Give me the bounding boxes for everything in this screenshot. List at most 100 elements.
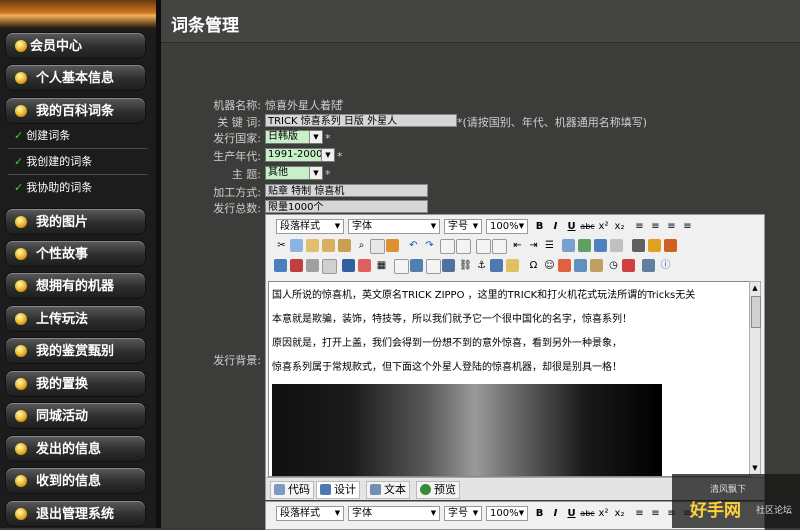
nav-my-wiki-entries[interactable]: 我的百科词条: [5, 97, 146, 124]
nav-wanted-machines[interactable]: 想拥有的机器: [5, 272, 146, 299]
undo-icon[interactable]: ↶: [406, 238, 421, 253]
subscript-icon[interactable]: x₂: [612, 506, 627, 521]
table-icon[interactable]: [342, 259, 355, 272]
remote-image-icon[interactable]: [622, 259, 635, 272]
font-select[interactable]: 字体 ▼: [348, 219, 440, 234]
underline-icon[interactable]: U: [564, 506, 579, 521]
mode-code-tab[interactable]: 代码: [270, 481, 314, 499]
strikethrough-icon[interactable]: abc: [580, 506, 595, 521]
marquee-icon[interactable]: [506, 259, 519, 272]
nav-member-center[interactable]: 会员中心: [5, 32, 146, 59]
nav-my-pictures[interactable]: 我的图片: [5, 208, 146, 235]
input-icon[interactable]: [426, 259, 441, 274]
text-color-icon[interactable]: [562, 239, 575, 252]
paste-text-icon[interactable]: [322, 239, 335, 252]
table-props-icon[interactable]: [358, 259, 371, 272]
align-left-icon[interactable]: ≡: [632, 506, 647, 521]
italic-icon[interactable]: I: [548, 506, 563, 521]
mode-text-tab[interactable]: 文本: [366, 481, 410, 499]
file-icon[interactable]: [322, 259, 337, 274]
bold-icon[interactable]: B: [532, 506, 547, 521]
bold-icon[interactable]: B: [532, 219, 547, 234]
decrease-indent-icon[interactable]: ⇤: [510, 238, 525, 253]
select-all-icon[interactable]: [370, 239, 385, 254]
email-icon[interactable]: [490, 259, 503, 272]
symbol-icon[interactable]: [558, 259, 571, 272]
mode-preview-tab[interactable]: 预览: [416, 481, 460, 499]
bullet-list-icon[interactable]: [456, 239, 471, 254]
sub-item-create-entry[interactable]: ✓ 创建词条: [14, 126, 70, 146]
increase-indent-icon[interactable]: ⇥: [526, 238, 541, 253]
paste-word-icon[interactable]: [338, 239, 351, 252]
mode-design-tab[interactable]: 设计: [316, 481, 360, 499]
emoticon-icon[interactable]: ☺: [542, 258, 557, 273]
font-select[interactable]: 字体 ▼: [348, 506, 440, 521]
link-icon[interactable]: ⛓: [458, 258, 473, 273]
underline-icon[interactable]: U: [564, 219, 579, 234]
paste-icon[interactable]: [306, 239, 319, 252]
eraser-icon[interactable]: [386, 239, 399, 252]
find-icon[interactable]: ⌕: [354, 238, 369, 253]
image-icon[interactable]: [274, 259, 287, 272]
redo-icon[interactable]: ↷: [422, 238, 437, 253]
superscript-icon[interactable]: x²: [596, 506, 611, 521]
outdent-icon[interactable]: [476, 239, 491, 254]
sub-item-my-created-entries[interactable]: ✓ 我创建的词条: [14, 152, 92, 172]
clock-icon[interactable]: ◷: [606, 258, 621, 273]
calendar-icon[interactable]: [394, 259, 409, 274]
cut-icon[interactable]: ✂: [274, 238, 289, 253]
help-icon[interactable]: ⓘ: [658, 258, 673, 273]
year-select[interactable]: 1991-2000 ▼: [265, 148, 335, 162]
fullscreen-icon[interactable]: [664, 239, 677, 252]
country-select[interactable]: 日韩版 ▼: [265, 130, 323, 144]
nav-upload-tricks[interactable]: 上传玩法: [5, 305, 146, 332]
align-right-icon[interactable]: ≡: [664, 219, 679, 234]
editor-scrollbar[interactable]: ▲ ▼: [749, 281, 761, 475]
paragraph-style-select[interactable]: 段落样式 ▼: [276, 219, 344, 234]
line-spacing-icon[interactable]: ☰: [542, 238, 557, 253]
keywords-input[interactable]: TRICK 惊喜系列 日版 外星人: [265, 114, 457, 127]
nav-logout[interactable]: 退出管理系统: [5, 500, 146, 527]
sub-item-my-assisted-entries[interactable]: ✓ 我协助的词条: [14, 178, 92, 198]
nav-sent-messages[interactable]: 发出的信息: [5, 435, 146, 462]
align-left-icon[interactable]: ≡: [632, 219, 647, 234]
nav-my-exchanges[interactable]: 我的置换: [5, 370, 146, 397]
nav-local-events[interactable]: 同城活动: [5, 402, 146, 429]
zoom-select[interactable]: 100% ▼: [486, 219, 528, 234]
scroll-down-icon[interactable]: ▼: [750, 462, 760, 474]
maximize-icon[interactable]: [642, 259, 655, 272]
template-icon[interactable]: [574, 259, 587, 272]
copy-icon[interactable]: [290, 239, 303, 252]
theme-select[interactable]: 其他 ▼: [265, 166, 323, 180]
flash-icon[interactable]: [290, 259, 303, 272]
italic-icon[interactable]: I: [548, 219, 563, 234]
nav-personal-story[interactable]: 个性故事: [5, 240, 146, 267]
align-justify-icon[interactable]: ≡: [680, 219, 695, 234]
strikethrough-icon[interactable]: abc: [580, 219, 595, 234]
paragraph-style-select[interactable]: 段落样式 ▼: [276, 506, 344, 521]
clear-format-icon[interactable]: [610, 239, 623, 252]
font-size-select[interactable]: 字号 ▼: [444, 506, 482, 521]
style-icon[interactable]: [594, 239, 607, 252]
highlight-icon[interactable]: [578, 239, 591, 252]
scroll-thumb[interactable]: [751, 296, 761, 328]
total-input[interactable]: 限量1000个: [265, 200, 428, 213]
zoom-select[interactable]: 100% ▼: [486, 506, 528, 521]
nav-my-appraisals[interactable]: 我的鉴赏甄别: [5, 337, 146, 364]
numbered-list-icon[interactable]: [440, 239, 455, 254]
indent-icon[interactable]: [492, 239, 507, 254]
scroll-up-icon[interactable]: ▲: [750, 282, 760, 294]
show-borders-icon[interactable]: [648, 239, 661, 252]
nav-personal-info[interactable]: 个人基本信息: [5, 64, 146, 91]
textarea-icon[interactable]: [442, 259, 455, 272]
form-icon[interactable]: [410, 259, 423, 272]
grid-icon[interactable]: ▦: [374, 258, 389, 273]
media-icon[interactable]: [306, 259, 319, 272]
subscript-icon[interactable]: x₂: [612, 219, 627, 234]
anchor-icon[interactable]: ⚓: [474, 258, 489, 273]
nav-received-messages[interactable]: 收到的信息: [5, 467, 146, 494]
process-input[interactable]: 贴章 特制 惊喜机: [265, 184, 428, 197]
editor-content-area[interactable]: 国人所说的惊喜机，英文原名TRICK ZIPPO ，这里的TRICK和打火机花式…: [268, 281, 750, 477]
page-break-icon[interactable]: [632, 239, 645, 252]
omega-icon[interactable]: Ω: [526, 258, 541, 273]
